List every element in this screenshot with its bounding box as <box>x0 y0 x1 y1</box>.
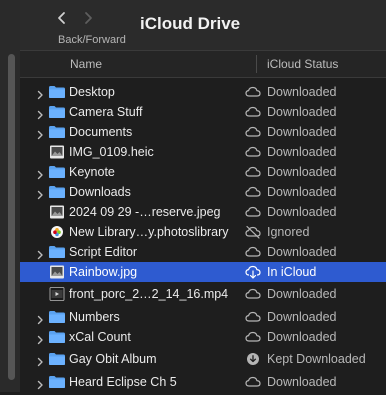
icloud-status: Downloaded <box>267 205 337 219</box>
chevron-right-icon[interactable] <box>35 332 45 345</box>
file-name: Camera Stuff <box>69 105 143 119</box>
chevron-right-icon[interactable] <box>35 127 45 140</box>
chevron-right-icon[interactable] <box>35 354 45 367</box>
image-file-icon <box>48 145 66 159</box>
folder-icon <box>48 85 66 99</box>
icloud-status: Downloaded <box>267 85 337 99</box>
cloud-download-icon <box>244 265 262 279</box>
icloud-status: Downloaded <box>267 375 337 389</box>
file-name: 2024 09 29 -…reserve.jpeg <box>69 205 221 219</box>
list-item[interactable]: Rainbow.jpg In iCloud <box>20 262 386 282</box>
icloud-status: Kept Downloaded <box>267 352 366 366</box>
cloud-icon <box>244 105 262 119</box>
file-list: Desktop Downloaded Camera Stuff Downloaded D… <box>20 82 386 392</box>
list-item[interactable]: Numbers Downloaded <box>20 307 386 327</box>
column-header: Name iCloud Status <box>20 50 386 78</box>
list-item[interactable]: Downloads Downloaded <box>20 182 386 202</box>
back-button[interactable] <box>54 10 70 26</box>
cloud-icon <box>244 185 262 199</box>
list-item[interactable]: Keynote Downloaded <box>20 162 386 182</box>
cloud-icon <box>244 145 262 159</box>
cloud-icon <box>244 287 262 301</box>
icloud-status: Downloaded <box>267 245 337 259</box>
chevron-right-icon[interactable] <box>35 187 45 200</box>
list-item[interactable]: Desktop Downloaded <box>20 82 386 102</box>
icloud-status: Downloaded <box>267 165 337 179</box>
column-header-name[interactable]: Name <box>70 57 102 71</box>
icloud-status: Downloaded <box>267 145 337 159</box>
chevron-left-icon <box>58 12 65 24</box>
icloud-status: Downloaded <box>267 105 337 119</box>
cloud-icon <box>244 310 262 324</box>
chevron-right-icon[interactable] <box>35 377 45 390</box>
file-name: Rainbow.jpg <box>69 265 138 279</box>
folder-icon <box>48 165 66 179</box>
icloud-status: Downloaded <box>267 310 337 324</box>
sidebar-edge <box>0 0 20 392</box>
cloud-icon <box>244 245 262 259</box>
icloud-status: In iCloud <box>267 265 317 279</box>
file-name: Documents <box>69 125 133 139</box>
chevron-right-icon[interactable] <box>35 167 45 180</box>
sidebar-scrollbar[interactable] <box>8 54 15 380</box>
list-item[interactable]: Script Editor Downloaded <box>20 242 386 262</box>
list-item[interactable]: New Library…y.photoslibrary Ignored <box>20 222 386 242</box>
cloud-slash-icon <box>244 225 262 239</box>
cloud-icon <box>244 165 262 179</box>
list-item[interactable]: Heard Eclipse Ch 5 Downloaded <box>20 372 386 392</box>
file-name: Script Editor <box>69 245 138 259</box>
folder-icon <box>48 185 66 199</box>
cloud-icon <box>244 125 262 139</box>
file-name: Heard Eclipse Ch 5 <box>69 375 177 389</box>
icloud-status: Downloaded <box>267 125 337 139</box>
image-file-icon <box>48 265 66 279</box>
video-file-icon <box>48 287 66 301</box>
folder-icon <box>48 375 66 389</box>
file-name: New Library…y.photoslibrary <box>69 225 229 239</box>
icloud-status: Ignored <box>267 225 310 239</box>
nav-label: Back/Forward <box>58 34 126 46</box>
chevron-right-icon <box>85 12 92 24</box>
cloud-icon <box>244 85 262 99</box>
chevron-right-icon[interactable] <box>35 87 45 100</box>
kept-download-icon <box>244 352 262 366</box>
file-name: Keynote <box>69 165 115 179</box>
file-name: Desktop <box>69 85 115 99</box>
file-name: xCal Count <box>69 330 131 344</box>
list-item[interactable]: Documents Downloaded <box>20 122 386 142</box>
list-item[interactable]: Camera Stuff Downloaded <box>20 102 386 122</box>
column-header-status[interactable]: iCloud Status <box>267 57 338 71</box>
list-item[interactable]: Gay Obit Album Kept Downloaded <box>20 347 386 372</box>
folder-icon <box>48 245 66 259</box>
folder-icon <box>48 352 66 366</box>
cloud-icon <box>244 330 262 344</box>
icloud-status: Downloaded <box>267 287 337 301</box>
toolbar: Back/Forward iCloud Drive <box>20 0 386 50</box>
file-name: Numbers <box>69 310 120 324</box>
cloud-icon <box>244 205 262 219</box>
column-divider[interactable] <box>256 55 257 73</box>
image-file-icon <box>48 205 66 219</box>
icloud-status: Downloaded <box>267 185 337 199</box>
chevron-right-icon[interactable] <box>35 247 45 260</box>
file-name: Gay Obit Album <box>69 352 157 366</box>
chevron-right-icon[interactable] <box>35 107 45 120</box>
cloud-icon <box>244 375 262 389</box>
list-item[interactable]: 2024 09 29 -…reserve.jpeg Downloaded <box>20 202 386 222</box>
list-item[interactable]: front_porc_2…2_14_16.mp4 Downloaded <box>20 282 386 307</box>
file-name: Downloads <box>69 185 131 199</box>
file-name: front_porc_2…2_14_16.mp4 <box>69 287 229 301</box>
list-item[interactable]: xCal Count Downloaded <box>20 327 386 347</box>
icloud-status: Downloaded <box>267 330 337 344</box>
photos-library-icon <box>48 225 66 239</box>
list-item[interactable]: IMG_0109.heic Downloaded <box>20 142 386 162</box>
window-title: iCloud Drive <box>140 14 241 33</box>
folder-icon <box>48 310 66 324</box>
forward-button[interactable] <box>80 10 96 26</box>
chevron-right-icon[interactable] <box>35 312 45 325</box>
folder-icon <box>48 125 66 139</box>
file-name: IMG_0109.heic <box>69 145 154 159</box>
folder-icon <box>48 330 66 344</box>
folder-icon <box>48 105 66 119</box>
